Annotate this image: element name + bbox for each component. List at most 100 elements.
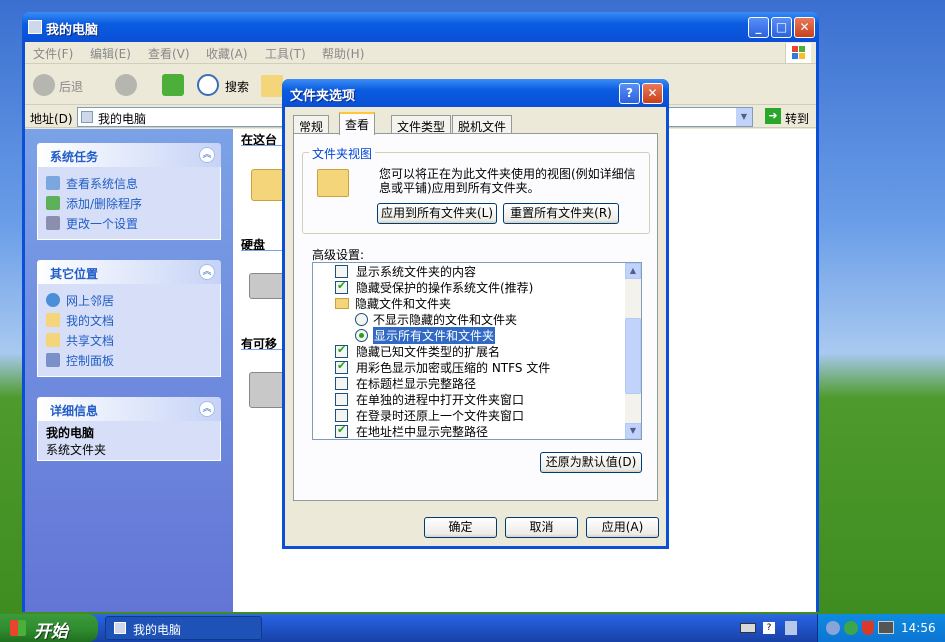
documents-icon (46, 313, 60, 327)
task-label: 添加/删除程序 (66, 196, 143, 211)
menu-favorites[interactable]: 收藏(A) (206, 45, 248, 62)
cancel-button[interactable]: 取消 (505, 517, 578, 538)
setting-row[interactable]: 显示所有文件和文件夹 (355, 326, 496, 344)
tab-file-types[interactable]: 文件类型 (391, 115, 452, 134)
checkbox[interactable] (335, 376, 348, 390)
tab-general[interactable]: 常规 (293, 115, 330, 134)
back-arrow-icon[interactable] (33, 74, 55, 96)
help-button[interactable]: ? (619, 83, 640, 104)
restore-defaults-button[interactable]: 还原为默认值(D) (540, 452, 642, 473)
explorer-title-bar[interactable]: 我的电脑 _ □ ✕ (22, 12, 819, 42)
setting-row[interactable]: 在单独的进程中打开文件夹窗口 (335, 391, 524, 407)
scroll-down-icon[interactable]: ▼ (625, 423, 641, 439)
place-my-documents[interactable]: 我的文档 (46, 310, 212, 330)
setting-row[interactable]: 在标题栏显示完整路径 (335, 375, 476, 391)
radio-button[interactable] (355, 328, 368, 342)
menu-bar: 文件(F) 编辑(E) 查看(V) 收藏(A) 工具(T) 帮助(H) (25, 42, 816, 64)
task-add-remove-programs[interactable]: 添加/删除程序 (46, 193, 212, 213)
minimize-button[interactable]: _ (748, 17, 769, 38)
setting-label: 显示系统文件夹的内容 (356, 264, 477, 279)
checkbox[interactable] (335, 264, 348, 278)
menu-view[interactable]: 查看(V) (148, 45, 190, 62)
setting-row[interactable]: 不显示隐藏的文件和文件夹 (355, 311, 517, 327)
checkbox[interactable] (335, 392, 348, 406)
checkbox[interactable] (335, 279, 348, 294)
collapse-chevron-icon[interactable]: ︽ (199, 264, 215, 280)
menu-help[interactable]: 帮助(H) (322, 45, 364, 62)
help-icon[interactable]: ? (763, 622, 775, 634)
volume-icon[interactable] (785, 621, 797, 635)
system-tray: 14:56 (817, 614, 945, 642)
checkbox[interactable] (335, 359, 348, 374)
tab-view[interactable]: 查看 (339, 112, 376, 135)
setting-row[interactable]: 在登录时还原上一个文件夹窗口 (335, 407, 524, 423)
apply-button[interactable]: 应用(A) (586, 517, 659, 538)
go-label[interactable]: 转到 (785, 110, 809, 127)
place-label: 共享文档 (66, 333, 115, 348)
place-network[interactable]: 网上邻居 (46, 290, 212, 310)
view-tab-page: 文件夹视图 您可以将正在为此文件夹使用的视图(例如详细信息或平铺)应用到所有文件… (293, 133, 658, 501)
radio-button[interactable] (355, 312, 368, 326)
tray-icon-1[interactable] (826, 621, 840, 635)
tab-offline-files[interactable]: 脱机文件 (452, 115, 513, 134)
folder-views-group: 文件夹视图 您可以将正在为此文件夹使用的视图(例如详细信息或平铺)应用到所有文件… (302, 145, 650, 234)
menu-file[interactable]: 文件(F) (33, 45, 73, 62)
apply-to-all-folders-button[interactable]: 应用到所有文件夹(L) (377, 203, 497, 224)
task-label: 查看系统信息 (66, 176, 139, 191)
folder-options-dialog: 文件夹选项 ? ✕ 常规 查看 文件类型 脱机文件 文件夹视图 您可以将正在为此… (282, 79, 669, 549)
dialog-close-button[interactable]: ✕ (642, 83, 663, 104)
control-panel-icon (46, 353, 60, 367)
menu-tools[interactable]: 工具(T) (265, 45, 306, 62)
details-header[interactable]: 详细信息 ︽ (37, 397, 221, 421)
taskbar: 开始 我的电脑 ? 14:56 (0, 614, 945, 642)
task-view-system-info[interactable]: 查看系统信息 (46, 173, 212, 193)
other-places-header[interactable]: 其它位置 ︽ (37, 260, 221, 284)
scroll-up-icon[interactable]: ▲ (625, 263, 641, 279)
settings-scrollbar[interactable]: ▲ ▼ (625, 263, 641, 439)
place-shared-documents[interactable]: 共享文档 (46, 330, 212, 350)
address-dropdown-button[interactable]: ▼ (736, 108, 752, 126)
start-button[interactable]: 开始 (0, 614, 98, 642)
folders-icon[interactable] (261, 75, 283, 97)
setting-label: 在单独的进程中打开文件夹窗口 (356, 392, 525, 407)
collapse-chevron-icon[interactable]: ︽ (199, 147, 215, 163)
dialog-title: 文件夹选项 (290, 89, 356, 104)
setting-row[interactable]: 隐藏受保护的操作系统文件(推荐) (335, 279, 533, 295)
go-arrow-icon[interactable]: ➜ (765, 108, 781, 124)
vm-icon[interactable] (878, 621, 894, 634)
scroll-thumb[interactable] (625, 318, 641, 394)
back-label[interactable]: 后退 (59, 78, 83, 95)
place-control-panel[interactable]: 控制面板 (46, 350, 212, 370)
system-tasks-header[interactable]: 系统任务 ︽ (37, 143, 221, 167)
task-pane: 系统任务 ︽ 查看系统信息 添加/删除程序 更改一个设置 其它位置 ︽ 网上邻居… (25, 129, 233, 612)
reset-all-folders-button[interactable]: 重置所有文件夹(R) (503, 203, 619, 224)
system-tasks-panel: 系统任务 ︽ 查看系统信息 添加/删除程序 更改一个设置 (37, 143, 221, 240)
folder-icon (335, 297, 349, 309)
maximize-button[interactable]: □ (771, 17, 792, 38)
setting-row[interactable]: 显示系统文件夹的内容 (335, 263, 476, 279)
up-folder-icon[interactable] (162, 74, 184, 96)
checkbox[interactable] (335, 423, 348, 438)
security-shield-icon[interactable] (862, 621, 874, 635)
tray-icon-2[interactable] (844, 621, 858, 635)
setting-row[interactable]: 在地址栏中显示完整路径 (335, 423, 488, 439)
ok-button[interactable]: 确定 (424, 517, 497, 538)
task-change-setting[interactable]: 更改一个设置 (46, 213, 212, 233)
setting-row[interactable]: 隐藏已知文件类型的扩展名 (335, 343, 500, 359)
other-places-panel: 其它位置 ︽ 网上邻居 我的文档 共享文档 控制面板 (37, 260, 221, 377)
dialog-title-bar[interactable]: 文件夹选项 ? ✕ (282, 79, 669, 107)
checkbox[interactable] (335, 343, 348, 358)
info-icon (46, 176, 60, 190)
checkbox[interactable] (335, 408, 348, 422)
menu-edit[interactable]: 编辑(E) (90, 45, 131, 62)
forward-arrow-icon[interactable] (115, 74, 137, 96)
setting-row[interactable]: 用彩色显示加密或压缩的 NTFS 文件 (335, 359, 550, 375)
taskbar-item-my-computer[interactable]: 我的电脑 (105, 616, 262, 640)
setting-label-selected: 显示所有文件和文件夹 (373, 326, 496, 344)
search-icon[interactable] (197, 74, 219, 96)
close-button[interactable]: ✕ (794, 17, 815, 38)
advanced-settings-list[interactable]: 显示系统文件夹的内容 隐藏受保护的操作系统文件(推荐) 隐藏文件和文件夹 不显示… (312, 262, 642, 440)
keyboard-icon[interactable] (740, 623, 756, 633)
search-label[interactable]: 搜索 (225, 78, 249, 95)
collapse-chevron-icon[interactable]: ︽ (199, 401, 215, 417)
